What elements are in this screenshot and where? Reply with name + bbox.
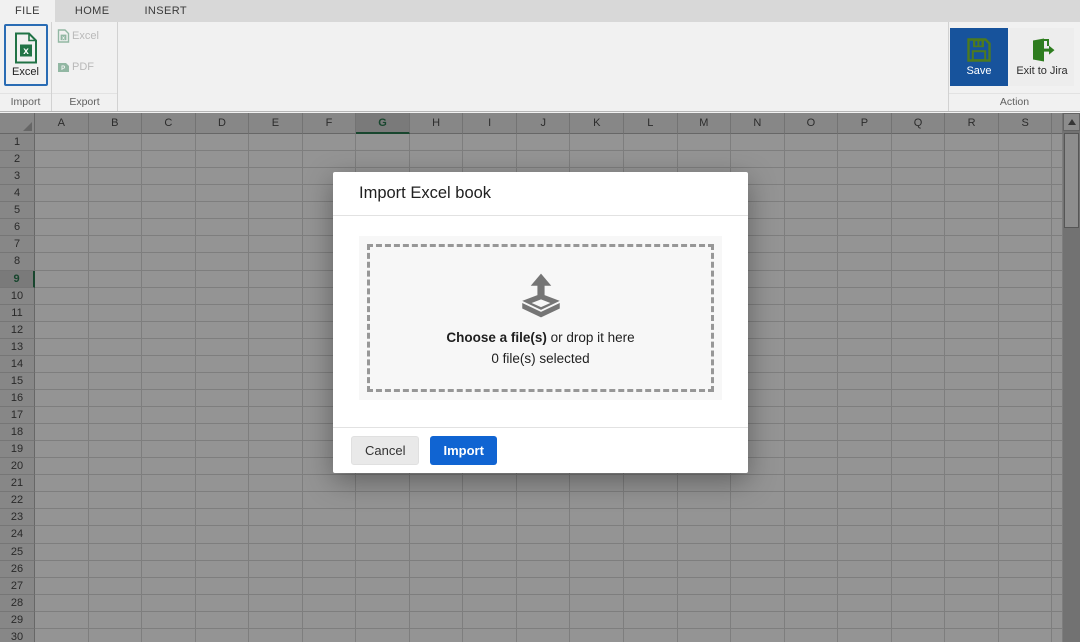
import-dialog: Import Excel book Choose a file(s) or dr… — [333, 172, 748, 473]
dialog-header: Import Excel book — [333, 172, 748, 216]
ribbon-group-action: Save Exit to Jira — [948, 22, 1080, 111]
svg-text:P: P — [61, 66, 65, 72]
import-excel-label: Excel — [12, 66, 39, 78]
ribbon-spacer — [118, 22, 948, 111]
tab-file[interactable]: FILE — [0, 0, 55, 22]
export-group-label: Export — [52, 93, 117, 111]
save-label: Save — [966, 65, 991, 77]
exit-door-icon — [1029, 37, 1055, 63]
files-selected-count: 0 file(s) selected — [491, 351, 589, 366]
export-excel-label: Excel — [72, 30, 99, 42]
exit-to-jira-label: Exit to Jira — [1016, 65, 1067, 77]
save-button[interactable]: Save — [950, 28, 1008, 86]
export-pdf-button[interactable]: P PDF — [57, 60, 99, 74]
ribbon-tab-bar: FILE HOME INSERT — [0, 0, 1080, 22]
import-group-label: Import — [0, 93, 51, 111]
action-group-label: Action — [949, 93, 1080, 111]
import-excel-button[interactable]: x Excel — [4, 24, 48, 86]
ribbon: x Excel Import x — [0, 22, 1080, 112]
exit-to-jira-button[interactable]: Exit to Jira — [1010, 28, 1074, 86]
import-button[interactable]: Import — [430, 436, 496, 465]
pdf-icon: P — [57, 60, 70, 74]
drop-here-text: or drop it here — [547, 330, 635, 345]
excel-file-icon: x — [13, 32, 39, 64]
file-dropzone[interactable]: Choose a file(s) or drop it here 0 file(… — [359, 236, 722, 400]
excel-small-icon: x — [57, 29, 70, 43]
export-pdf-label: PDF — [72, 61, 94, 73]
dialog-title: Import Excel book — [359, 184, 491, 203]
choose-file-text: Choose a file(s) — [446, 330, 547, 345]
cancel-button[interactable]: Cancel — [351, 436, 419, 465]
tab-insert[interactable]: INSERT — [129, 0, 202, 22]
dropzone-instruction: Choose a file(s) or drop it here — [446, 330, 634, 345]
spreadsheet: ABCDEFGHIJKLMNOPQRS 12345678910111213141… — [0, 113, 1080, 642]
save-floppy-icon — [966, 37, 992, 63]
upload-box-icon — [514, 271, 568, 321]
export-excel-button[interactable]: x Excel — [57, 29, 99, 43]
tab-home[interactable]: HOME — [60, 0, 125, 22]
dialog-body: Choose a file(s) or drop it here 0 file(… — [333, 216, 748, 400]
svg-text:x: x — [23, 46, 29, 57]
svg-text:x: x — [62, 35, 65, 41]
ribbon-group-import: x Excel Import — [0, 22, 52, 111]
ribbon-group-export: x Excel P PDF — [52, 22, 118, 111]
dialog-footer: Cancel Import — [333, 427, 748, 473]
app-window: FILE HOME INSERT x Excel — [0, 0, 1080, 642]
